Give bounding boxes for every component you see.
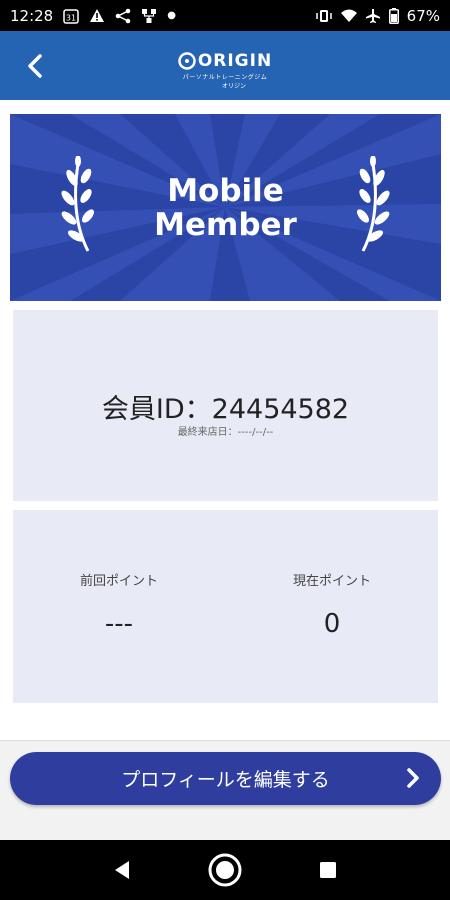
status-left: 12:28 31 ● bbox=[10, 7, 176, 25]
member-banner: Mobile Member bbox=[10, 114, 441, 301]
previous-points-value: --- bbox=[104, 609, 134, 639]
nav-back-button[interactable] bbox=[102, 850, 142, 890]
airplane-icon bbox=[365, 8, 381, 24]
banner-title-line2: Member bbox=[154, 207, 297, 243]
calendar-day: 31 bbox=[66, 13, 76, 22]
current-points-label: 現在ポイント bbox=[292, 574, 371, 589]
previous-points: 前回ポイント --- bbox=[13, 570, 225, 639]
status-bar: 12:28 31 ● 67% bbox=[0, 0, 450, 31]
calendar-icon: 31 bbox=[63, 8, 79, 24]
status-right: 67% bbox=[315, 7, 440, 25]
app-bar: ORIGIN パーソナルトレーニングジム オリジン bbox=[0, 31, 450, 100]
current-points: 現在ポイント 0 bbox=[226, 570, 438, 639]
battery-percent: 67% bbox=[406, 6, 440, 25]
nav-home-button[interactable] bbox=[205, 850, 245, 890]
dot-icon: ● bbox=[167, 10, 176, 21]
chevron-right-icon bbox=[407, 768, 419, 788]
wifi-icon bbox=[340, 9, 357, 23]
back-button[interactable] bbox=[14, 45, 56, 87]
current-points-value: 0 bbox=[323, 609, 341, 639]
logo-swirl-icon bbox=[178, 51, 196, 70]
last-visit-date: 最終来店日：----/--/-- bbox=[177, 427, 274, 438]
system-nav-bar bbox=[0, 840, 450, 900]
triangle-back-icon bbox=[114, 861, 129, 879]
home-circle-icon bbox=[208, 853, 242, 887]
logo-subtitle: パーソナルトレーニングジム bbox=[182, 73, 268, 81]
member-id: 会員ID：24454582 bbox=[101, 394, 350, 425]
warning-icon bbox=[89, 8, 105, 23]
share-icon bbox=[115, 8, 131, 24]
edit-profile-button[interactable]: プロフィールを編集する bbox=[10, 752, 441, 805]
status-time: 12:28 bbox=[10, 6, 54, 25]
square-recents-icon bbox=[320, 862, 337, 878]
app-logo: ORIGIN パーソナルトレーニングジム bbox=[178, 51, 272, 81]
member-id-card: 会員ID：24454582 最終来店日：----/--/-- bbox=[13, 310, 438, 501]
nav-recents-button[interactable] bbox=[308, 850, 348, 890]
chevron-left-icon bbox=[28, 54, 42, 78]
banner-title-line1: Mobile bbox=[167, 173, 284, 209]
logo-wordmark: ORIGIN bbox=[178, 51, 272, 71]
vibrate-icon bbox=[315, 9, 333, 23]
network-icon bbox=[141, 8, 157, 24]
logo-text: ORIGIN bbox=[197, 50, 273, 71]
previous-points-label: 前回ポイント bbox=[79, 574, 158, 589]
banner-title: Mobile Member bbox=[10, 174, 441, 242]
logo-kana: オリジン bbox=[222, 83, 247, 90]
edit-profile-label: プロフィールを編集する bbox=[121, 769, 330, 791]
battery-icon bbox=[388, 7, 399, 24]
points-card: 前回ポイント --- 現在ポイント 0 bbox=[13, 510, 438, 703]
